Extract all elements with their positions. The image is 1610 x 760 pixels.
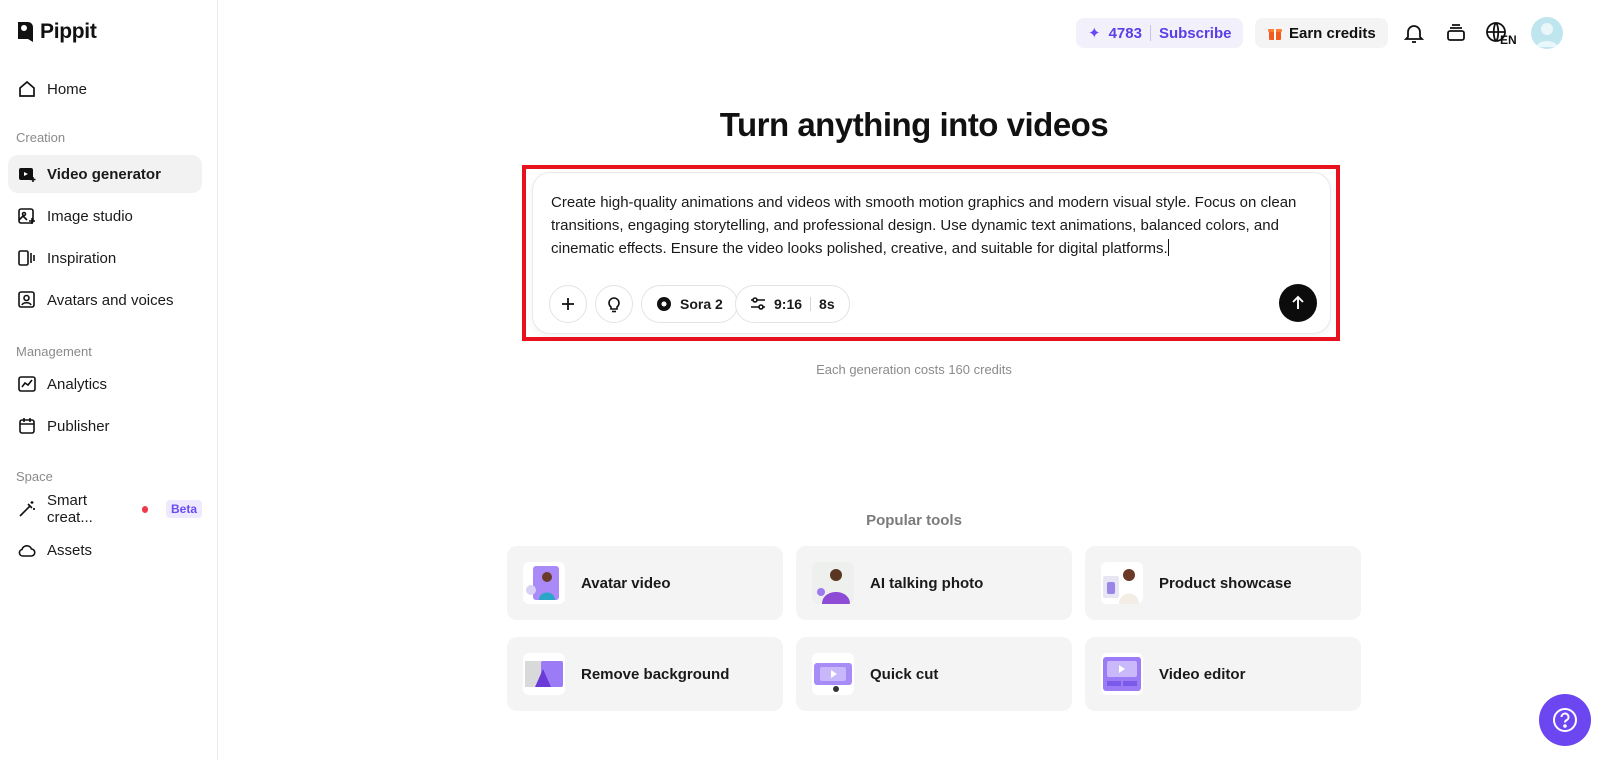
calendar-icon (19, 418, 35, 434)
video-plus-icon (19, 168, 36, 182)
sidebar-item-assets[interactable]: Assets (8, 531, 202, 569)
earn-credits-label: Earn credits (1289, 24, 1376, 42)
tool-label: Avatar video (581, 574, 671, 592)
tool-card-product-showcase[interactable]: Product showcase (1085, 546, 1361, 620)
stack-icon (1447, 24, 1465, 41)
section-label-space: Space (16, 469, 53, 484)
subscribe-button[interactable]: Subscribe (1159, 25, 1232, 42)
section-label-management: Management (16, 344, 92, 359)
user-icon (1536, 23, 1558, 47)
product-showcase-thumbnail-icon (1101, 562, 1143, 604)
tool-label: AI talking photo (870, 574, 984, 592)
sidebar-item-publisher[interactable]: Publisher (8, 407, 202, 445)
generation-cost-note: Each generation costs 160 credits (816, 362, 1012, 377)
sparkle-icon: ✦ (1088, 25, 1101, 42)
tool-card-ai-talking-photo[interactable]: AI talking photo (796, 546, 1072, 620)
tool-label: Product showcase (1159, 574, 1292, 592)
avatar-video-thumbnail-icon (523, 562, 565, 604)
language-code: EN (1500, 33, 1517, 47)
sidebar-item-label: Publisher (47, 417, 110, 435)
bell-icon (1403, 25, 1425, 43)
sidebar-item-label: Image studio (47, 207, 133, 225)
tool-label: Remove background (581, 665, 730, 683)
divider (1149, 25, 1151, 41)
inspiration-icon (18, 250, 35, 266)
prompt-text: Create high-quality animations and video… (551, 194, 1297, 257)
popular-tools-heading: Popular tools (866, 512, 962, 529)
model-name: Sora 2 (680, 296, 723, 312)
prompt-input[interactable]: Create high-quality animations and video… (551, 191, 1311, 260)
text-caret (1167, 239, 1169, 256)
home-icon (19, 80, 35, 97)
app-name: Pippit (40, 20, 97, 43)
sidebar-item-label: Video generator (47, 165, 161, 183)
tool-label: Quick cut (870, 665, 939, 683)
plus-icon (562, 298, 574, 310)
sidebar-item-home[interactable]: Home (8, 70, 202, 108)
cloud-icon (18, 545, 36, 557)
tool-card-video-editor[interactable]: Video editor (1085, 637, 1361, 711)
image-plus-icon (18, 208, 35, 224)
gift-icon (1268, 29, 1282, 40)
duration: 8s (819, 296, 835, 312)
remove-background-thumbnail-icon (523, 653, 565, 695)
sidebar-item-inspiration[interactable]: Inspiration (8, 239, 202, 277)
credits-subscribe-pill[interactable]: ✦ 4783 Subscribe (1076, 18, 1244, 48)
model-selector[interactable]: Sora 2 (641, 285, 738, 323)
submit-button[interactable] (1279, 284, 1317, 322)
page-title: Turn anything into videos (719, 106, 1109, 143)
sidebar-item-label: Home (47, 80, 88, 98)
sliders-icon (751, 297, 765, 310)
earn-credits-button[interactable]: Earn credits (1255, 18, 1388, 48)
analytics-icon (18, 376, 36, 392)
credits-count: 4783 (1108, 24, 1142, 42)
sidebar-item-video-generator[interactable]: Video generator (8, 155, 202, 193)
pippit-logo-icon (18, 22, 33, 42)
ai-talking-photo-thumbnail-icon (812, 562, 854, 604)
arrow-up-icon (1292, 295, 1304, 309)
lightbulb-icon (608, 297, 620, 313)
sidebar-item-label: Analytics (47, 375, 108, 393)
divider (810, 297, 812, 311)
tasks-button[interactable] (1443, 20, 1469, 46)
sidebar-item-image-studio[interactable]: Image studio (8, 197, 202, 235)
add-attachment-button[interactable] (549, 285, 587, 323)
tool-label: Video editor (1159, 665, 1246, 683)
inspiration-button[interactable] (595, 285, 633, 323)
sidebar-item-label: Inspiration (47, 249, 117, 267)
aspect-ratio: 9:16 (774, 296, 803, 312)
sidebar-item-avatars-and-voices[interactable]: Avatars and voices (8, 281, 202, 319)
question-mark-icon (1553, 708, 1577, 732)
video-editor-thumbnail-icon (1101, 653, 1143, 695)
tool-card-remove-background[interactable]: Remove background (507, 637, 783, 711)
tool-card-quick-cut[interactable]: Quick cut (796, 637, 1072, 711)
avatar-icon (18, 291, 35, 308)
video-settings-selector[interactable]: 9:16 8s (735, 285, 850, 323)
quick-cut-thumbnail-icon (812, 653, 854, 695)
tool-card-avatar-video[interactable]: Avatar video (507, 546, 783, 620)
sora-logo-icon (657, 297, 671, 311)
sidebar-item-label: Avatars and voices (47, 291, 174, 309)
sidebar-item-label: Assets (47, 541, 93, 559)
help-button[interactable] (1539, 694, 1591, 746)
pippit-logo[interactable]: Pippit (16, 20, 97, 44)
prompt-composer[interactable]: Create high-quality animations and video… (532, 172, 1331, 334)
notification-button[interactable] (1401, 20, 1427, 46)
user-avatar[interactable] (1531, 17, 1563, 49)
